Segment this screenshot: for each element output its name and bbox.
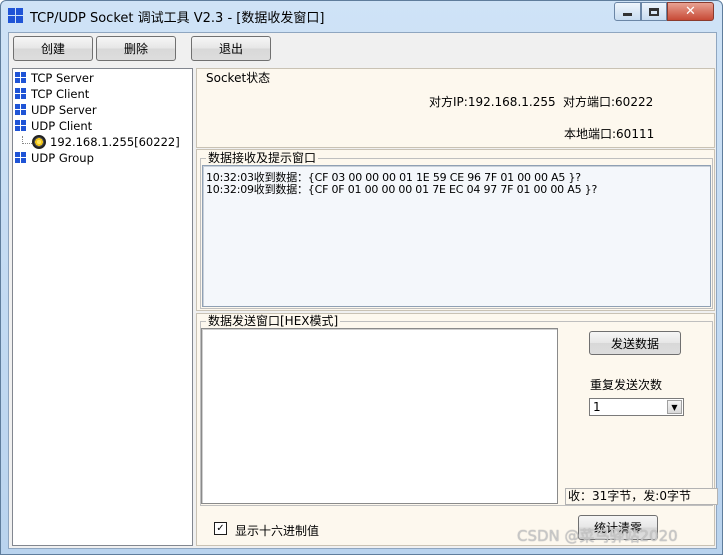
repeat-count-value: 1: [593, 400, 601, 414]
receive-line: 10:32:09收到数据：{CF 0F 01 00 00 00 01 7E EC…: [206, 183, 598, 196]
connection-tree[interactable]: TCP Server TCP Client UDP Server UDP Cli…: [12, 68, 193, 546]
create-button[interactable]: 创建: [13, 36, 93, 61]
client-area: 创建 删除 退出 TCP Server TCP Client UDP Serve…: [8, 32, 718, 549]
connection-icon: [32, 135, 46, 149]
repeat-count-label: 重复发送次数: [590, 378, 663, 392]
receive-label: 数据接收及提示窗口: [206, 151, 319, 165]
tree-item-label: TCP Server: [31, 71, 94, 85]
peer-ip: 对方IP:192.168.1.255: [429, 95, 556, 109]
tree-item-label: UDP Group: [31, 151, 94, 165]
grid-icon: [15, 88, 27, 100]
close-button[interactable]: ✕: [667, 2, 714, 21]
hex-display-checkbox[interactable]: ✓: [214, 522, 227, 535]
tree-item-label: UDP Server: [31, 103, 97, 117]
repeat-count-select[interactable]: 1 ▼: [589, 398, 684, 416]
tree-item-udp-group[interactable]: UDP Group: [15, 150, 94, 166]
local-port: 本地端口:60111: [564, 127, 655, 141]
tree-item-tcp-client[interactable]: TCP Client: [15, 86, 89, 102]
send-textbox[interactable]: [201, 328, 558, 504]
grid-icon: [15, 120, 27, 132]
title-bar[interactable]: TCP/UDP Socket 调试工具 V2.3 - [数据收发窗口] ✕: [1, 1, 722, 31]
grid-icon: [15, 72, 27, 84]
app-window: TCP/UDP Socket 调试工具 V2.3 - [数据收发窗口] ✕ 创建…: [0, 0, 723, 555]
peer-port: 对方端口:60222: [563, 95, 654, 109]
minimize-icon: [623, 13, 632, 16]
chevron-down-icon[interactable]: ▼: [667, 400, 682, 414]
tree-item-udp-server[interactable]: UDP Server: [15, 102, 97, 118]
close-icon: ✕: [685, 4, 696, 19]
tree-item-udp-client[interactable]: UDP Client: [15, 118, 92, 134]
send-data-button[interactable]: 发送数据: [589, 331, 681, 355]
exit-button[interactable]: 退出: [191, 36, 271, 61]
send-panel: 数据发送窗口[HEX模式] 发送数据 重复发送次数 1 ▼ 收：31字节，发:0…: [196, 313, 718, 546]
hex-display-label: 显示十六进制值: [235, 524, 320, 538]
send-label: 数据发送窗口[HEX模式]: [206, 314, 341, 328]
maximize-button[interactable]: [641, 2, 667, 21]
receive-panel: 数据接收及提示窗口 10:32:03收到数据：{CF 03 00 00 00 0…: [196, 149, 715, 311]
socket-status-group: Socket状态 对方IP:192.168.1.255 对方端口:60222 本…: [198, 71, 713, 146]
receive-group: 数据接收及提示窗口 10:32:03收到数据：{CF 03 00 00 00 0…: [200, 151, 713, 309]
maximize-icon: [649, 7, 659, 16]
watermark-text: CSDN @菜鸟驿站2020: [517, 527, 678, 545]
tree-item-tcp-server[interactable]: TCP Server: [15, 70, 94, 86]
socket-status-panel: Socket状态 对方IP:192.168.1.255 对方端口:60222 本…: [196, 68, 715, 148]
window-title: TCP/UDP Socket 调试工具 V2.3 - [数据收发窗口]: [30, 11, 325, 26]
delete-button[interactable]: 删除: [96, 36, 176, 61]
socket-status-label: Socket状态: [204, 71, 273, 85]
byte-stats: 收：31字节，发:0字节: [565, 488, 718, 505]
tree-connector: [22, 136, 32, 144]
app-icon: [8, 8, 24, 24]
grid-icon: [15, 152, 27, 164]
tree-item-label: TCP Client: [31, 87, 90, 101]
grid-icon: [15, 104, 27, 116]
receive-textbox[interactable]: 10:32:03收到数据：{CF 03 00 00 00 01 1E 59 CE…: [202, 165, 711, 307]
tree-item-label: UDP Client: [31, 119, 93, 133]
minimize-button[interactable]: [614, 2, 641, 21]
tree-item-udp-connection[interactable]: 192.168.1.255[60222]: [32, 134, 180, 150]
tree-item-label: 192.168.1.255[60222]: [50, 135, 180, 149]
